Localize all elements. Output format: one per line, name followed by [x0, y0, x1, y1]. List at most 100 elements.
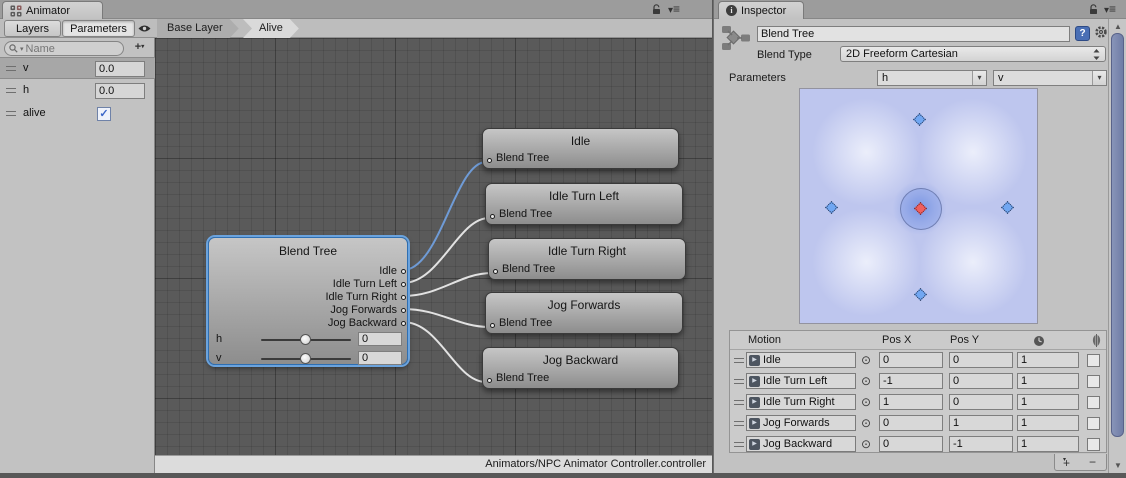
parameter-checkbox[interactable]: ✓ — [97, 107, 111, 121]
parameter-search-input[interactable]: ▾ Name — [4, 41, 124, 56]
drag-handle-icon[interactable] — [734, 442, 744, 447]
object-picker-icon[interactable]: ⊙ — [861, 395, 871, 409]
child-node-idle-turn-right[interactable]: Idle Turn Right Blend Tree — [488, 238, 686, 280]
child-node-jog-backward[interactable]: Jog Backward Blend Tree — [482, 347, 679, 389]
output-port[interactable] — [401, 295, 406, 300]
parameter-value-input[interactable] — [95, 61, 145, 77]
output-port[interactable] — [401, 308, 406, 313]
help-icon[interactable]: ? — [1075, 26, 1090, 41]
pos-x-input[interactable] — [879, 373, 943, 389]
drag-handle-icon[interactable] — [734, 358, 744, 363]
slider-thumb[interactable] — [300, 334, 311, 345]
input-port[interactable] — [487, 158, 492, 163]
scroll-up-icon[interactable]: ▲ — [1109, 22, 1126, 31]
eye-icon[interactable] — [136, 20, 153, 37]
blend-type-dropdown[interactable]: 2D Freeform Cartesian — [840, 46, 1106, 62]
drag-handle-icon[interactable] — [6, 88, 16, 93]
breadcrumb-alive[interactable]: Alive — [243, 19, 299, 38]
object-picker-icon[interactable]: ⊙ — [861, 353, 871, 367]
breadcrumb-base-layer[interactable]: Base Layer — [157, 19, 239, 38]
remove-motion-button[interactable]: − — [1089, 455, 1096, 469]
speed-input[interactable] — [1017, 394, 1079, 410]
motion-field[interactable]: ▶Jog Forwards — [746, 415, 856, 431]
search-filter-dropdown-icon[interactable]: ▾ — [20, 45, 24, 53]
input-port[interactable] — [487, 378, 492, 383]
motion-row-jog-backward[interactable]: ▶Jog Backward ⊙ — [730, 434, 1106, 455]
pos-x-input[interactable] — [879, 436, 943, 452]
mirror-checkbox[interactable] — [1087, 375, 1100, 388]
child-node-idle[interactable]: Idle Blend Tree — [482, 128, 679, 169]
blend-sample-marker-idle-turn-right[interactable] — [1001, 201, 1014, 214]
input-port[interactable] — [490, 323, 495, 328]
connection-idle-turn-right[interactable] — [403, 273, 492, 296]
motion-row-idle-turn-left[interactable]: ▶Idle Turn Left ⊙ — [730, 371, 1106, 392]
pos-x-input[interactable] — [879, 415, 943, 431]
scroll-down-icon[interactable]: ▼ — [1109, 461, 1126, 470]
pos-y-input[interactable] — [949, 394, 1013, 410]
panel-menu-icon[interactable]: ▾≡ — [668, 3, 680, 17]
parameter-row-alive[interactable]: alive ✓ — [0, 103, 155, 125]
slider-value-input[interactable] — [358, 351, 402, 365]
input-port[interactable] — [493, 269, 498, 274]
child-node-idle-turn-left[interactable]: Idle Turn Left Blend Tree — [485, 183, 683, 225]
blend-sample-marker-jog-forwards[interactable] — [913, 113, 926, 126]
animator-graph-canvas[interactable]: Blend Tree Idle Idle Turn Left Idle Turn… — [155, 38, 712, 455]
slider-value-input[interactable] — [358, 332, 402, 346]
output-port[interactable] — [401, 282, 406, 287]
slider-thumb[interactable] — [300, 353, 311, 364]
pos-y-input[interactable] — [949, 415, 1013, 431]
drag-handle-icon[interactable] — [6, 66, 16, 71]
motion-row-idle-turn-right[interactable]: ▶Idle Turn Right ⊙ — [730, 392, 1106, 413]
pos-y-input[interactable] — [949, 352, 1013, 368]
drag-handle-icon[interactable] — [734, 379, 744, 384]
drag-handle-icon[interactable] — [734, 400, 744, 405]
speed-input[interactable] — [1017, 415, 1079, 431]
inspector-scrollbar[interactable]: ▲ ▼ — [1108, 19, 1126, 473]
connection-jog-backward[interactable] — [403, 322, 486, 382]
speed-input[interactable] — [1017, 352, 1079, 368]
object-picker-icon[interactable]: ⊙ — [861, 416, 871, 430]
animator-tab[interactable]: Animator — [2, 1, 103, 19]
pos-x-input[interactable] — [879, 394, 943, 410]
motion-field[interactable]: ▶Idle Turn Left — [746, 373, 856, 389]
output-port[interactable] — [401, 269, 406, 274]
lock-icon[interactable] — [1089, 4, 1099, 19]
drag-handle-icon[interactable] — [734, 421, 744, 426]
blend-tree-node[interactable]: Blend Tree Idle Idle Turn Left Idle Turn… — [208, 237, 408, 365]
mirror-checkbox[interactable] — [1087, 438, 1100, 451]
motion-row-idle[interactable]: ▶Idle ⊙ — [730, 350, 1106, 371]
motion-field[interactable]: ▶Idle Turn Right — [746, 394, 856, 410]
output-port[interactable] — [401, 321, 406, 326]
blend-space-2d[interactable] — [799, 88, 1038, 324]
input-port[interactable] — [490, 214, 495, 219]
speed-input[interactable] — [1017, 436, 1079, 452]
param-x-dropdown[interactable]: h ▾ — [877, 70, 987, 86]
add-parameter-button[interactable]: +▾ — [129, 41, 150, 56]
mirror-checkbox[interactable] — [1087, 354, 1100, 367]
parameter-value-input[interactable] — [95, 83, 145, 99]
pos-x-input[interactable] — [879, 352, 943, 368]
layers-tab[interactable]: Layers — [4, 20, 61, 37]
inspector-tab[interactable]: i Inspector — [718, 1, 804, 19]
motion-row-jog-forwards[interactable]: ▶Jog Forwards ⊙ — [730, 413, 1106, 434]
parameter-row-h[interactable]: h — [0, 80, 155, 102]
panel-menu-icon[interactable]: ▾≡ — [1104, 3, 1116, 17]
parameter-row-v[interactable]: v — [0, 57, 155, 79]
scrollbar-thumb[interactable] — [1111, 33, 1124, 437]
mirror-checkbox[interactable] — [1087, 396, 1100, 409]
object-picker-icon[interactable]: ⊙ — [861, 374, 871, 388]
connection-idle-turn-left[interactable] — [403, 218, 489, 283]
motion-field[interactable]: ▶Jog Backward — [746, 436, 856, 452]
object-picker-icon[interactable]: ⊙ — [861, 437, 871, 451]
lock-icon[interactable] — [652, 4, 662, 19]
blend-tree-name-input[interactable] — [757, 26, 1070, 42]
blend-sample-marker-jog-backward[interactable] — [914, 288, 927, 301]
child-node-jog-forwards[interactable]: Jog Forwards Blend Tree — [485, 292, 683, 334]
mirror-checkbox[interactable] — [1087, 417, 1100, 430]
pos-y-input[interactable] — [949, 436, 1013, 452]
parameters-tab[interactable]: Parameters — [62, 20, 135, 37]
motion-field[interactable]: ▶Idle — [746, 352, 856, 368]
pos-y-input[interactable] — [949, 373, 1013, 389]
speed-input[interactable] — [1017, 373, 1079, 389]
param-y-dropdown[interactable]: v ▾ — [993, 70, 1107, 86]
